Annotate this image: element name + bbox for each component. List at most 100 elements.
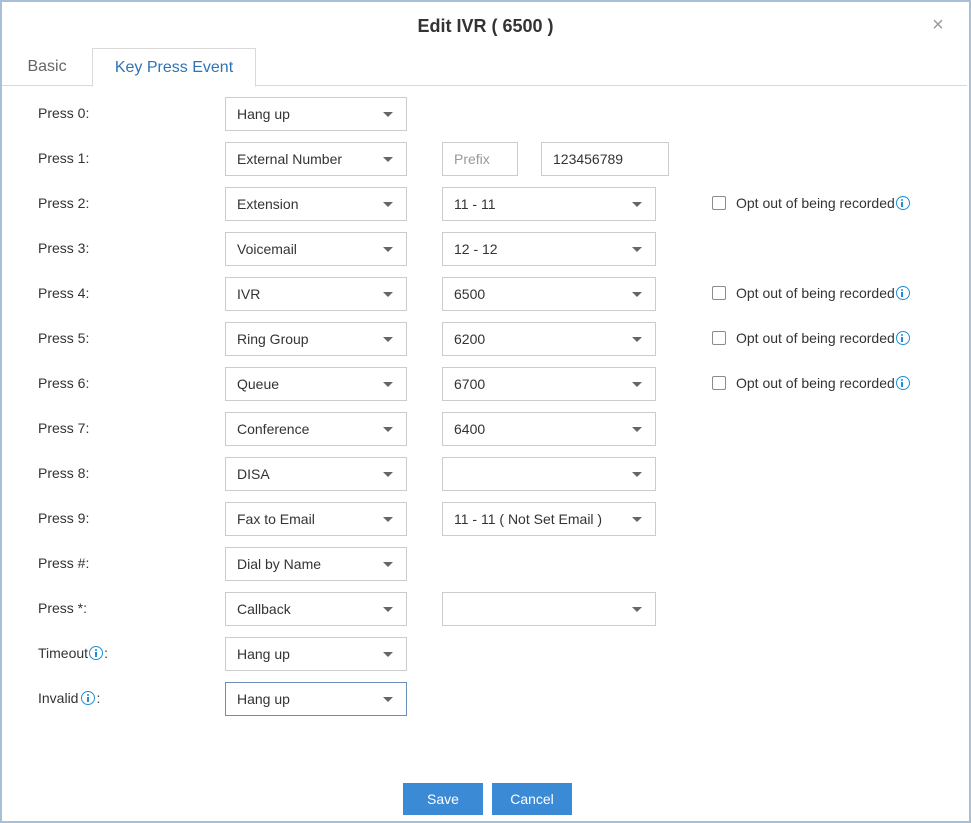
- press-6-action-value: Queue: [237, 376, 280, 392]
- press-8-target-select[interactable]: [442, 457, 656, 491]
- press-1-action-select[interactable]: External Number: [225, 142, 407, 176]
- chevron-down-icon: [383, 562, 393, 567]
- close-icon[interactable]: ×: [929, 15, 947, 35]
- press-6-label: Press 6:: [38, 375, 90, 391]
- save-button[interactable]: Save: [403, 783, 483, 815]
- tab-key-press-event[interactable]: Key Press Event: [92, 48, 256, 87]
- chevron-down-icon: [383, 472, 393, 477]
- press-2-opt-out-checkbox[interactable]: [712, 196, 726, 210]
- chevron-down-icon: [383, 247, 393, 252]
- row-press-star: Press *: Callback: [2, 592, 967, 628]
- invalid-action-select[interactable]: Hang up: [225, 682, 407, 716]
- dialog-title: Edit IVR ( 6500 ): [417, 16, 554, 36]
- press-4-action-value: IVR: [237, 286, 261, 302]
- press-5-opt-out: Opt out of being recorded: [712, 330, 911, 346]
- press-8-label: Press 8:: [38, 465, 90, 481]
- press-2-label: Press 2:: [38, 195, 90, 211]
- chevron-down-icon: [383, 427, 393, 432]
- press-3-target-value: 12 - 12: [454, 241, 498, 257]
- press-5-opt-out-checkbox[interactable]: [712, 331, 726, 345]
- chevron-down-icon: [632, 202, 642, 207]
- chevron-down-icon: [632, 382, 642, 387]
- info-icon[interactable]: [895, 376, 910, 390]
- row-press-6: Press 6: Queue 6700 Opt out of being rec…: [2, 367, 967, 403]
- chevron-down-icon: [383, 607, 393, 612]
- press-4-target-select[interactable]: 6500: [442, 277, 656, 311]
- press-0-label: Press 0:: [38, 105, 90, 121]
- press-3-action-select[interactable]: Voicemail: [225, 232, 407, 266]
- chevron-down-icon: [383, 517, 393, 522]
- edit-ivr-dialog: Edit IVR ( 6500 ) × Basic Key Press Even…: [0, 0, 971, 823]
- press-4-label: Press 4:: [38, 285, 90, 301]
- press-6-opt-out-checkbox[interactable]: [712, 376, 726, 390]
- row-press-4: Press 4: IVR 6500 Opt out of being recor…: [2, 277, 967, 313]
- invalid-label-suffix: :: [96, 690, 101, 706]
- press-4-opt-out: Opt out of being recorded: [712, 285, 911, 301]
- press-2-action-value: Extension: [237, 196, 299, 212]
- press-1-prefix-input[interactable]: [442, 142, 518, 176]
- row-timeout: Timeout : Hang up: [2, 637, 967, 673]
- press-7-action-select[interactable]: Conference: [225, 412, 407, 446]
- press-4-target-value: 6500: [454, 286, 486, 302]
- press-9-action-value: Fax to Email: [237, 511, 315, 527]
- press-star-action-value: Callback: [237, 601, 291, 617]
- press-4-action-select[interactable]: IVR: [225, 277, 407, 311]
- press-9-target-select[interactable]: 11 - 11 ( Not Set Email ): [442, 502, 656, 536]
- press-star-target-select[interactable]: [442, 592, 656, 626]
- press-5-target-value: 6200: [454, 331, 486, 347]
- timeout-label-suffix: :: [104, 645, 108, 661]
- invalid-label: Invalid :: [38, 690, 100, 706]
- press-2-action-select[interactable]: Extension: [225, 187, 407, 221]
- info-icon[interactable]: [895, 286, 910, 300]
- press-5-target-select[interactable]: 6200: [442, 322, 656, 356]
- press-5-action-select[interactable]: Ring Group: [225, 322, 407, 356]
- tab-bar: Basic Key Press Event: [2, 48, 967, 87]
- chevron-down-icon: [383, 112, 393, 117]
- press-1-number-input[interactable]: [541, 142, 669, 176]
- chevron-down-icon: [383, 157, 393, 162]
- press-4-opt-out-checkbox[interactable]: [712, 286, 726, 300]
- timeout-action-select[interactable]: Hang up: [225, 637, 407, 671]
- press-9-label: Press 9:: [38, 510, 90, 526]
- press-9-target-value: 11 - 11 ( Not Set Email ): [454, 511, 603, 527]
- chevron-down-icon: [632, 292, 642, 297]
- press-2-target-select[interactable]: 11 - 11: [442, 187, 656, 221]
- chevron-down-icon: [383, 202, 393, 207]
- info-icon[interactable]: [89, 646, 104, 660]
- tab-basic[interactable]: Basic: [14, 48, 80, 86]
- chevron-down-icon: [632, 607, 642, 612]
- chevron-down-icon: [632, 337, 642, 342]
- chevron-down-icon: [383, 697, 393, 702]
- opt-out-label: Opt out of being recorded: [736, 195, 895, 211]
- press-3-target-select[interactable]: 12 - 12: [442, 232, 656, 266]
- chevron-down-icon: [632, 247, 642, 252]
- press-6-action-select[interactable]: Queue: [225, 367, 407, 401]
- press-7-label: Press 7:: [38, 420, 90, 436]
- press-9-action-select[interactable]: Fax to Email: [225, 502, 407, 536]
- info-icon[interactable]: [895, 196, 910, 210]
- cancel-button[interactable]: Cancel: [492, 783, 572, 815]
- chevron-down-icon: [383, 292, 393, 297]
- press-star-label: Press *:: [38, 600, 88, 616]
- press-hash-action-select[interactable]: Dial by Name: [225, 547, 407, 581]
- press-3-label: Press 3:: [38, 240, 90, 256]
- press-hash-action-value: Dial by Name: [237, 556, 322, 572]
- info-icon[interactable]: [895, 331, 910, 345]
- opt-out-label: Opt out of being recorded: [736, 330, 895, 346]
- row-press-hash: Press #: Dial by Name: [2, 547, 967, 583]
- invalid-action-value: Hang up: [237, 691, 290, 707]
- press-8-action-select[interactable]: DISA: [225, 457, 407, 491]
- press-7-target-select[interactable]: 6400: [442, 412, 656, 446]
- press-6-target-select[interactable]: 6700: [442, 367, 656, 401]
- row-press-0: Press 0: Hang up: [2, 97, 967, 133]
- press-0-action-select[interactable]: Hang up: [225, 97, 407, 131]
- chevron-down-icon: [632, 472, 642, 477]
- opt-out-label: Opt out of being recorded: [736, 375, 895, 391]
- info-icon[interactable]: [81, 691, 96, 705]
- press-star-action-select[interactable]: Callback: [225, 592, 407, 626]
- press-1-action-value: External Number: [237, 151, 343, 167]
- row-press-9: Press 9: Fax to Email 11 - 11 ( Not Set …: [2, 502, 967, 538]
- press-5-action-value: Ring Group: [237, 331, 309, 347]
- press-5-label: Press 5:: [38, 330, 90, 346]
- press-0-action-value: Hang up: [237, 106, 290, 122]
